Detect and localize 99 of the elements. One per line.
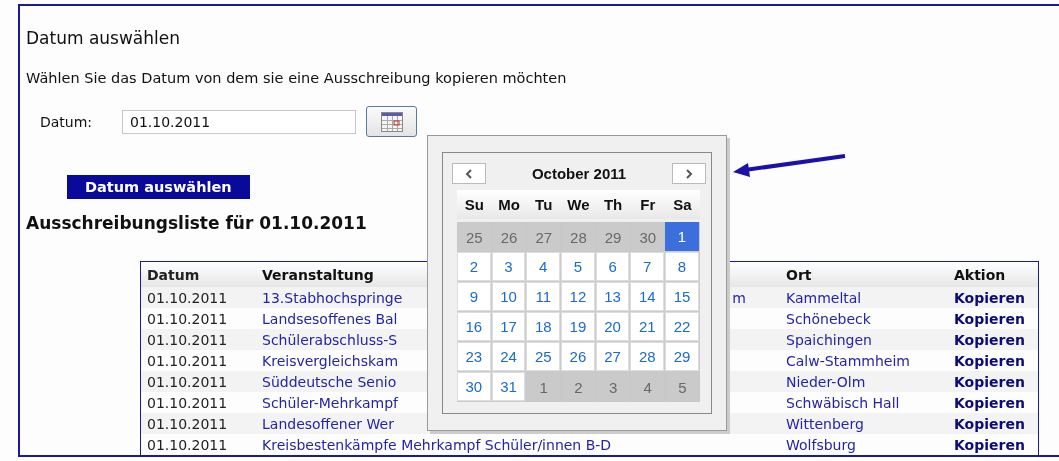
chevron-left-icon	[465, 168, 473, 179]
calendar-day[interactable]: 30	[630, 222, 666, 252]
place-link[interactable]: Calw-Stammheim	[786, 352, 954, 369]
weekday-label: Tu	[534, 196, 554, 213]
calendar-day[interactable]: 17	[491, 312, 526, 341]
event-link[interactable]: Süddeutsche Senio	[262, 373, 397, 390]
calendar-day[interactable]: 18	[526, 312, 561, 341]
calendar-day[interactable]: 2	[457, 252, 491, 281]
calendar-day[interactable]: 12	[561, 282, 595, 311]
calendar-day[interactable]: 8	[665, 252, 699, 281]
event-link[interactable]: Schülerabschluss-S	[262, 331, 398, 348]
chevron-right-icon	[685, 168, 693, 179]
table-cell-text: 01.10.2011	[146, 415, 229, 432]
calendar-day[interactable]: 27	[595, 342, 630, 371]
event-link[interactable]: Landsesoffenes Bal	[262, 310, 398, 327]
submit-button[interactable]: Datum auswählen	[67, 175, 250, 199]
event-link[interactable]: Schüler-Mehrkampf	[262, 394, 398, 411]
place-link[interactable]: Wolfsburg	[786, 436, 954, 453]
calendar-day[interactable]: 29	[665, 342, 699, 371]
copy-link[interactable]: Kopieren	[954, 352, 1038, 369]
calendar-day[interactable]: 25	[457, 222, 492, 252]
calendar-day[interactable]: 2	[561, 372, 596, 402]
calendar-day[interactable]: 28	[561, 222, 596, 252]
column-header: Datum	[147, 266, 200, 283]
calendar-day[interactable]: 29	[595, 222, 631, 252]
calendar-day[interactable]: 9	[457, 282, 491, 311]
column-header: Aktion	[954, 266, 1006, 283]
calendar-day[interactable]: 31	[491, 372, 526, 401]
calendar-day[interactable]: 1	[526, 372, 562, 402]
calendar-day[interactable]: 23	[457, 342, 491, 371]
copy-link[interactable]: Kopieren	[954, 289, 1038, 306]
weekday-label: Fr	[639, 196, 657, 213]
calendar-day[interactable]: 30	[457, 372, 491, 401]
table-cell-text: 01.10.2011	[146, 373, 229, 390]
calendar-button[interactable]	[366, 106, 417, 137]
place-link[interactable]: Schönebeck	[786, 310, 954, 327]
weekday-label: Su	[463, 196, 485, 213]
place-link[interactable]: Schwäbisch Hall	[786, 394, 954, 411]
calendar-day[interactable]: 22	[665, 312, 699, 341]
calendar-day[interactable]: 13	[595, 282, 630, 311]
calendar-day[interactable]: 26	[491, 222, 527, 252]
table-cell-text: 01.10.2011	[146, 394, 229, 411]
event-link[interactable]: Kreisbestenkämpfe Mehrkampf Schüler/innen B-D	[262, 436, 612, 453]
calendar-day[interactable]: 25	[526, 342, 561, 371]
calendar-day[interactable]: 14	[630, 282, 665, 311]
calendar-day[interactable]: 26	[561, 342, 595, 371]
copy-link[interactable]: Kopieren	[954, 394, 1038, 411]
place-link[interactable]: Wittenberg	[786, 415, 954, 432]
copy-link[interactable]: Kopieren	[954, 331, 1038, 348]
date-field[interactable]: 01.10.2011	[122, 109, 356, 134]
calendar-day[interactable]: 5	[561, 252, 595, 281]
table-cell-text: 01.10.2011	[146, 331, 229, 348]
next-month-button[interactable]	[672, 163, 706, 184]
calendar-day[interactable]: 1	[665, 222, 699, 251]
previous-month-button[interactable]	[452, 163, 486, 184]
calendar-day[interactable]: 28	[630, 342, 665, 371]
place-link[interactable]: Spaichingen	[786, 331, 954, 348]
table-cell-text: 01.10.2011	[146, 352, 229, 369]
calendar-day[interactable]: 4	[526, 252, 561, 281]
calendar-day[interactable]: 3	[491, 252, 526, 281]
weekday-label: We	[566, 196, 591, 213]
calendar-day[interactable]: 11	[526, 282, 561, 311]
table-cell-text: 01.10.2011	[146, 289, 229, 306]
list-heading: Ausschreibungsliste für 01.10.2011	[26, 213, 367, 233]
event-link[interactable]: Kreisvergleichskam	[262, 352, 399, 369]
copy-link[interactable]: Kopieren	[954, 436, 1038, 453]
calendar-day[interactable]: 6	[595, 252, 630, 281]
calendar-day[interactable]: 20	[595, 312, 630, 341]
calendar-icon	[380, 111, 403, 132]
calendar-day[interactable]: 3	[595, 372, 631, 402]
page-title: Datum auswählen	[26, 28, 181, 48]
month-title: October 2011	[531, 165, 627, 182]
table-cell-text: 01.10.2011	[146, 310, 229, 327]
copy-link[interactable]: Kopieren	[954, 310, 1038, 327]
weekday-label: Sa	[672, 196, 693, 213]
event-link[interactable]: 13.Stabhochspringe	[262, 289, 403, 306]
calendar-day[interactable]: 16	[457, 312, 491, 341]
copy-link[interactable]: Kopieren	[954, 373, 1038, 390]
calendar-day[interactable]: 4	[630, 372, 666, 402]
calendar-day[interactable]: 21	[630, 312, 665, 341]
calendar-day[interactable]: 7	[630, 252, 665, 281]
calendar-day[interactable]: 19	[561, 312, 595, 341]
weekday-label: Th	[602, 196, 624, 213]
weekday-label: Mo	[497, 196, 521, 213]
copy-link[interactable]: Kopieren	[954, 415, 1038, 432]
date-label: Datum:	[40, 113, 94, 130]
place-link[interactable]: Nieder-Olm	[786, 373, 954, 390]
table-cell-text: 01.10.2011	[146, 436, 229, 453]
column-header: Ort	[786, 266, 812, 283]
event-link[interactable]: Landesoffener Wer	[262, 415, 394, 432]
instruction-text: Wählen Sie das Datum von dem sie eine Ausschreibung kopieren möchten	[26, 70, 568, 86]
calendar-day[interactable]: 10	[491, 282, 526, 311]
place-link[interactable]: Kammeltal	[786, 289, 954, 306]
event-link-fragment[interactable]: m	[732, 289, 746, 306]
calendar-day[interactable]: 15	[665, 282, 699, 311]
column-header: Veranstaltung	[262, 266, 374, 283]
calendar-day[interactable]: 5	[665, 372, 700, 402]
calendar-day[interactable]: 24	[491, 342, 526, 371]
calendar-day[interactable]: 27	[526, 222, 562, 252]
